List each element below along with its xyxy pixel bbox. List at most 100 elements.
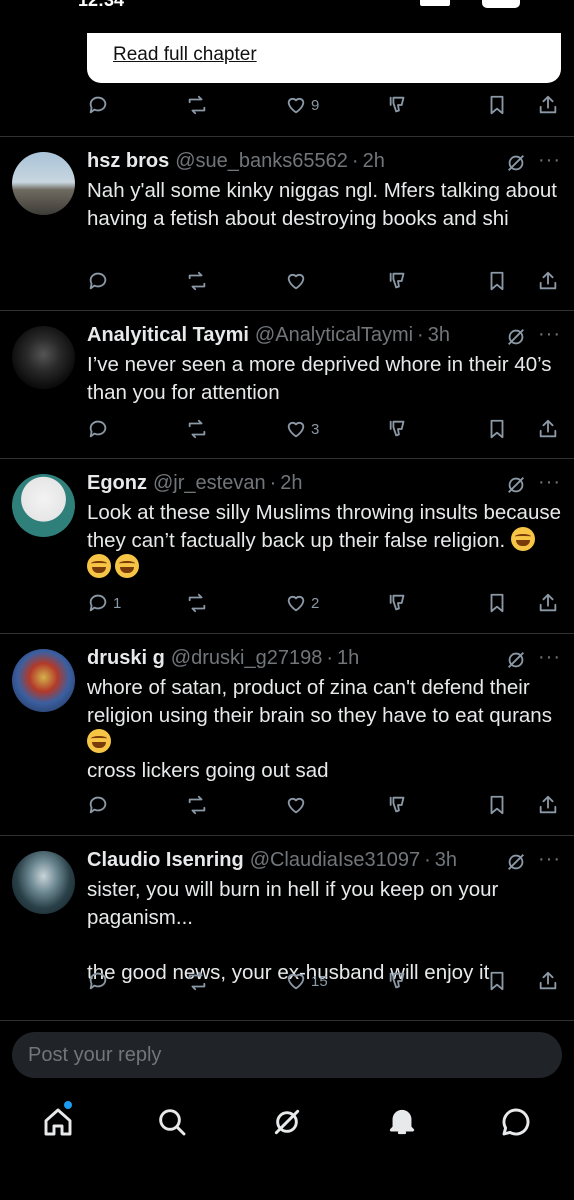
display-name[interactable]: hsz bros <box>87 150 169 173</box>
tweet-text: Look at these silly Muslims throwing ins… <box>87 499 561 582</box>
reply-input[interactable] <box>28 1032 548 1078</box>
display-name[interactable]: Egonz <box>87 472 147 495</box>
more-icon[interactable]: ··· <box>538 849 561 869</box>
user-handle[interactable]: @druski_g27198 <box>171 647 323 670</box>
share-icon <box>539 795 557 814</box>
like-button[interactable]: 2 <box>285 588 319 618</box>
display-name[interactable]: Analyitical Taymi <box>87 324 249 347</box>
tweet-text: I’ve never seen a more deprived whore in… <box>87 351 561 406</box>
link-card[interactable]: Read full chapter <box>87 33 561 83</box>
bookmark-button[interactable] <box>486 790 508 820</box>
share-button[interactable] <box>537 266 559 296</box>
bookmark-button[interactable] <box>486 266 508 296</box>
retweet-button[interactable] <box>186 966 208 996</box>
timestamp[interactable]: 2h <box>363 150 385 173</box>
reply-button[interactable] <box>87 966 109 996</box>
dislike-button[interactable] <box>387 266 409 296</box>
avatar[interactable] <box>12 474 75 537</box>
home-icon[interactable] <box>42 1106 74 1138</box>
reply-button[interactable] <box>87 790 109 820</box>
separator-dot: · <box>424 849 431 871</box>
more-icon[interactable]: ··· <box>538 150 561 170</box>
dislike-icon <box>389 796 405 813</box>
bookmark-button[interactable] <box>486 414 508 444</box>
avatar[interactable] <box>12 152 75 215</box>
reply-button[interactable] <box>87 414 109 444</box>
user-handle[interactable]: @sue_banks65562 <box>175 150 348 173</box>
dislike-button[interactable] <box>387 790 409 820</box>
avatar[interactable] <box>12 851 75 914</box>
read-full-chapter-link[interactable]: Read full chapter <box>113 44 257 66</box>
like-button[interactable]: 3 <box>285 414 319 444</box>
retweet-button[interactable] <box>186 90 208 120</box>
more-icon[interactable]: ··· <box>538 472 561 492</box>
share-button[interactable] <box>537 90 559 120</box>
bell-icon[interactable] <box>386 1106 418 1138</box>
dislike-button[interactable] <box>387 588 409 618</box>
heart-icon <box>287 97 305 114</box>
user-handle[interactable]: @ClaudiaIse31097 <box>250 849 420 872</box>
user-handle[interactable]: @AnalyticalTaymi <box>255 324 413 347</box>
share-icon <box>539 271 557 290</box>
messages-icon[interactable] <box>500 1106 532 1138</box>
dislike-button[interactable] <box>387 90 409 120</box>
more-icon[interactable]: ··· <box>538 324 561 344</box>
share-button[interactable] <box>537 790 559 820</box>
like-button[interactable]: 15 <box>285 966 328 996</box>
timestamp[interactable]: 2h <box>280 472 302 495</box>
retweet-icon <box>188 95 206 115</box>
timestamp[interactable]: 3h <box>428 324 450 347</box>
reply-button[interactable]: 1 <box>87 588 121 618</box>
bookmark-icon <box>490 271 504 291</box>
like-button[interactable] <box>285 790 307 820</box>
avatar[interactable] <box>12 649 75 712</box>
retweet-button[interactable] <box>186 588 208 618</box>
tweet-header: Claudio Isenring @ClaudiaIse31097 · 3h <box>87 849 457 875</box>
grok-icon[interactable] <box>505 474 527 496</box>
like-count: 3 <box>311 420 320 438</box>
tweet-line-text: whore of satan, product of zina can't de… <box>87 676 552 727</box>
bookmark-button[interactable] <box>486 588 508 618</box>
notification-dot <box>64 1101 72 1109</box>
share-button[interactable] <box>537 966 559 996</box>
action-row <box>87 790 561 820</box>
more-icon[interactable]: ··· <box>538 647 561 667</box>
retweet-icon <box>188 593 206 613</box>
reply-icon <box>89 420 107 438</box>
share-button[interactable] <box>537 588 559 618</box>
retweet-button[interactable] <box>186 266 208 296</box>
reply-composer[interactable] <box>12 1032 562 1078</box>
tweet-line: whore of satan, product of zina can't de… <box>87 674 561 757</box>
grok-icon[interactable] <box>505 152 527 174</box>
reply-button[interactable] <box>87 266 109 296</box>
grok-icon[interactable] <box>271 1106 303 1138</box>
bookmark-icon <box>490 795 504 815</box>
share-button[interactable] <box>537 414 559 444</box>
search-icon[interactable] <box>156 1106 188 1138</box>
user-handle[interactable]: @jr_estevan <box>153 472 266 495</box>
bookmark-button[interactable] <box>486 966 508 996</box>
tweet-line: cross lickers going out sad <box>87 758 329 782</box>
heart-icon <box>287 421 305 438</box>
grok-icon[interactable] <box>505 326 527 348</box>
divider <box>0 310 574 311</box>
reply-icon <box>89 594 107 612</box>
display-name[interactable]: druski g <box>87 647 165 670</box>
dislike-button[interactable] <box>387 966 409 996</box>
dislike-icon <box>389 272 405 289</box>
display-name[interactable]: Claudio Isenring <box>87 849 244 872</box>
timestamp[interactable]: 1h <box>337 647 359 670</box>
dislike-button[interactable] <box>387 414 409 444</box>
reply-button[interactable] <box>87 90 109 120</box>
heart-icon <box>287 595 305 612</box>
retweet-button[interactable] <box>186 790 208 820</box>
avatar[interactable] <box>12 326 75 389</box>
grok-icon[interactable] <box>505 649 527 671</box>
like-button[interactable] <box>285 266 307 296</box>
bookmark-button[interactable] <box>486 90 508 120</box>
grok-icon[interactable] <box>505 851 527 873</box>
like-button[interactable]: 9 <box>285 90 319 120</box>
retweet-button[interactable] <box>186 414 208 444</box>
timestamp[interactable]: 3h <box>435 849 457 872</box>
laughing-emoji-icon <box>510 526 535 551</box>
